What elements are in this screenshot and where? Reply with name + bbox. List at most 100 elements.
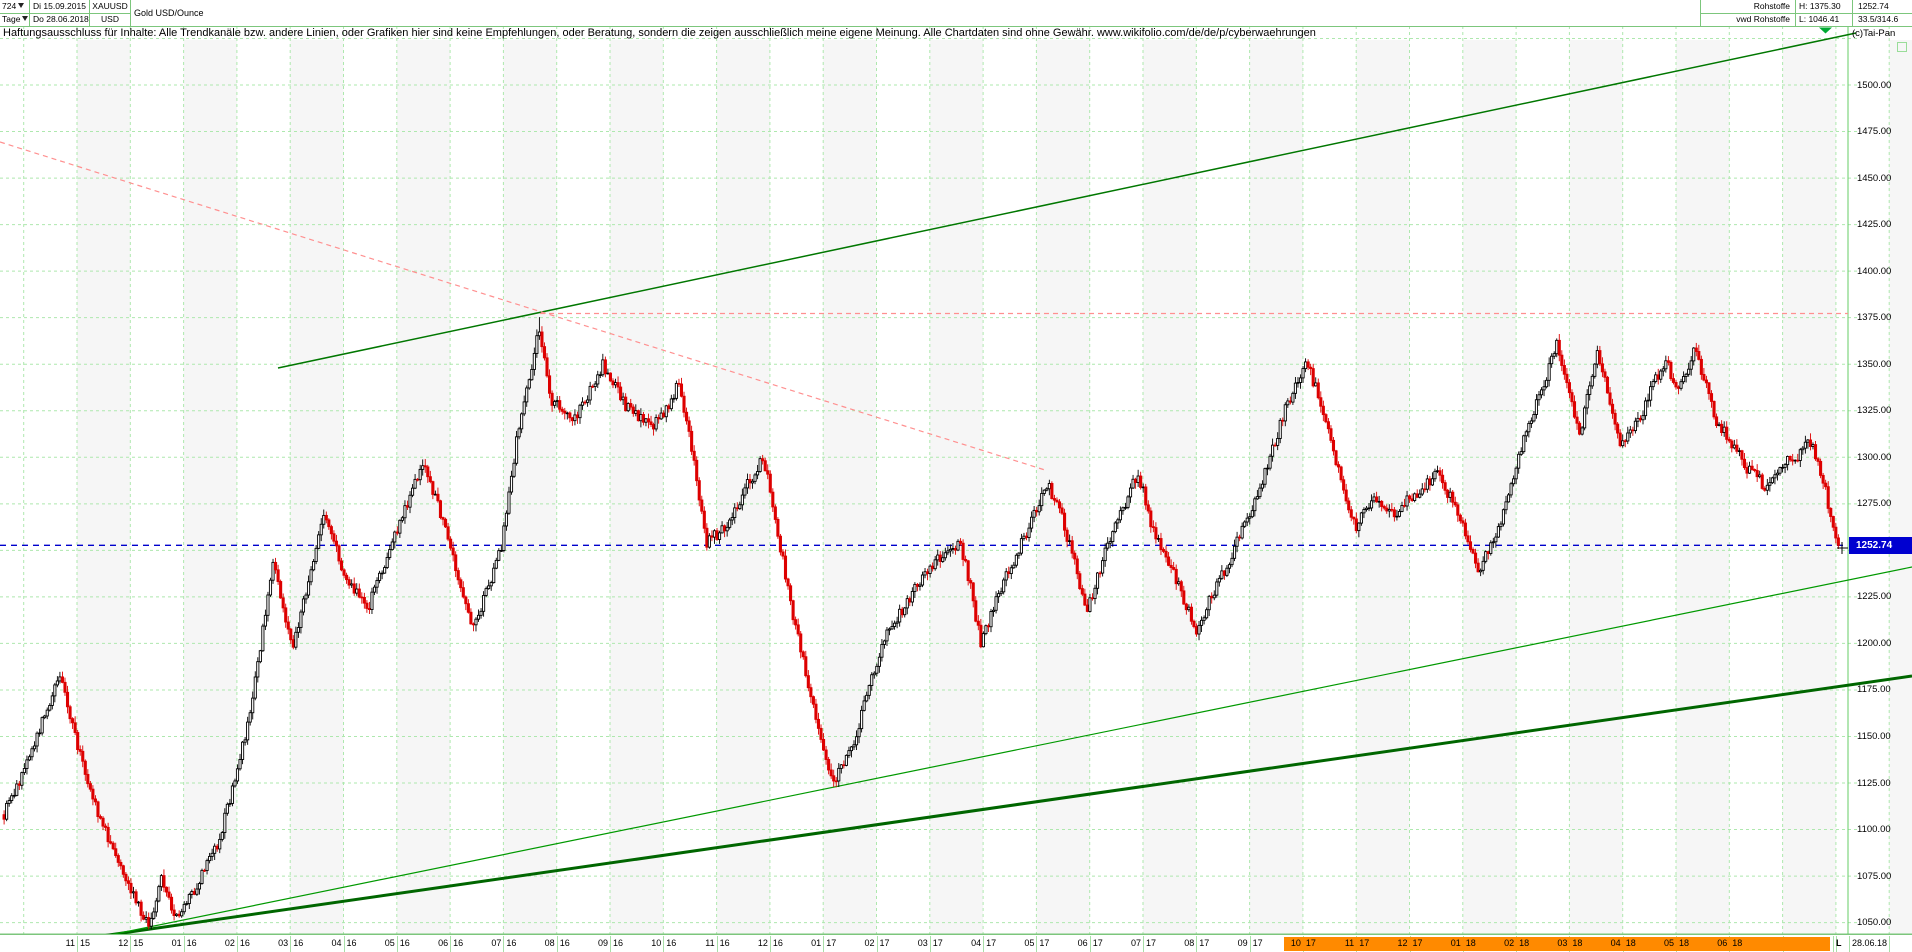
- candle-body: [753, 474, 757, 482]
- candle-body: [819, 727, 823, 740]
- candle-body: [172, 909, 176, 916]
- candle-body: [789, 585, 793, 602]
- corner-handle-icon[interactable]: [1897, 42, 1907, 52]
- low-label: L: 1046.41: [1799, 14, 1840, 24]
- candle-body: [164, 886, 169, 893]
- candle-body: [1715, 416, 1719, 426]
- month-band: [1676, 40, 1730, 934]
- candle-body: [702, 510, 706, 529]
- candle-body: [1392, 509, 1396, 518]
- candle-body: [1111, 531, 1115, 542]
- candle-body: [83, 760, 87, 775]
- candle-body: [1484, 551, 1488, 562]
- candle-body: [748, 479, 752, 484]
- candle-body: [1116, 519, 1120, 524]
- candle-body: [497, 550, 501, 561]
- candle-body: [1045, 488, 1049, 491]
- candle-body: [1545, 379, 1549, 388]
- copyright-label: (c)Tai-Pan: [1852, 28, 1896, 39]
- price-chart-canvas[interactable]: [0, 0, 1912, 952]
- divider: [130, 0, 131, 26]
- candle-body: [261, 625, 265, 652]
- candle-body: [1539, 389, 1544, 396]
- candle-body: [631, 406, 635, 414]
- timeline-month-label: 11: [705, 938, 715, 948]
- candle-body: [1174, 568, 1178, 585]
- candle-body: [1829, 507, 1833, 517]
- candle-body: [1740, 450, 1744, 460]
- candle-body: [862, 700, 866, 711]
- candle-body: [1375, 496, 1379, 503]
- month-band: [1356, 40, 1410, 934]
- candle-body: [1093, 587, 1097, 600]
- candle-body: [208, 855, 212, 862]
- candle-body: [540, 331, 544, 348]
- candle-body: [565, 412, 569, 415]
- candle-body: [1694, 347, 1698, 352]
- timeline-tick: [236, 936, 238, 952]
- candle-body: [461, 587, 465, 598]
- timeline-month-label: 06: [1077, 938, 1088, 948]
- candle-body: [1824, 482, 1828, 488]
- candle-body: [78, 749, 82, 752]
- candle-body: [593, 383, 597, 388]
- candle-body: [1501, 509, 1506, 525]
- lower-support-thick-green[interactable]: [87, 674, 1912, 940]
- candle-body: [669, 398, 673, 410]
- candle-body: [1309, 366, 1313, 370]
- candle-body: [811, 696, 815, 705]
- candle-body: [1083, 593, 1087, 606]
- candle-body: [1796, 459, 1800, 462]
- candle-body: [1773, 474, 1777, 479]
- candle-body: [1598, 350, 1602, 365]
- candle-body: [1017, 552, 1021, 556]
- timeline-year-label: 17: [986, 938, 997, 948]
- price-axis-label: 1200.00: [1857, 637, 1892, 649]
- period-dropdown[interactable]: Tage: [2, 13, 29, 26]
- timeline-tick: [716, 936, 718, 952]
- candle-body: [629, 403, 633, 408]
- candle-body: [413, 478, 417, 489]
- candle-body: [626, 403, 630, 412]
- timeline-month-label: 03: [1557, 938, 1568, 948]
- candle-body: [1164, 550, 1168, 558]
- candle-body: [322, 514, 326, 525]
- timeline-tick: [1889, 936, 1891, 952]
- candle-body: [1755, 470, 1759, 478]
- candle-body: [1022, 535, 1026, 540]
- bars-count-dropdown[interactable]: 724: [2, 0, 27, 13]
- candle-body: [961, 542, 965, 560]
- candle-body: [1542, 386, 1546, 391]
- candle-body: [1205, 609, 1209, 619]
- candle-body: [1276, 438, 1280, 446]
- candle-body: [695, 459, 699, 482]
- candle-body: [1631, 429, 1635, 432]
- candle-body: [1570, 392, 1574, 403]
- price-axis-label: 1275.00: [1857, 498, 1892, 510]
- candle-body: [1344, 489, 1348, 502]
- candle-body: [1293, 382, 1297, 394]
- candle-body: [1441, 474, 1445, 484]
- candle-body: [1413, 493, 1417, 501]
- candle-body: [1709, 393, 1714, 402]
- candle-body: [1633, 420, 1637, 432]
- candle-body: [1788, 456, 1792, 461]
- candle-body: [837, 767, 841, 782]
- price-axis-label: 1350.00: [1857, 358, 1892, 370]
- candle-body: [908, 598, 912, 603]
- candle-body: [1369, 500, 1374, 509]
- candle-body: [1311, 368, 1315, 387]
- candle-body: [1291, 392, 1295, 403]
- candle-body: [210, 852, 214, 857]
- candle-body: [667, 405, 671, 410]
- candle-body: [1836, 537, 1840, 546]
- candle-body: [1671, 378, 1675, 383]
- candle-body: [1580, 427, 1584, 435]
- candle-body: [953, 548, 958, 551]
- time-axis: L 28.06.18 11 15 12 15 01 16 02 16 03 16 04 16 05 16 0…: [0, 934, 1912, 952]
- candle-body: [1659, 370, 1663, 380]
- candle-body: [913, 583, 917, 592]
- candle-body: [1385, 507, 1389, 512]
- lower-support-thin-green[interactable]: [94, 566, 1912, 939]
- candle-body: [1430, 478, 1434, 486]
